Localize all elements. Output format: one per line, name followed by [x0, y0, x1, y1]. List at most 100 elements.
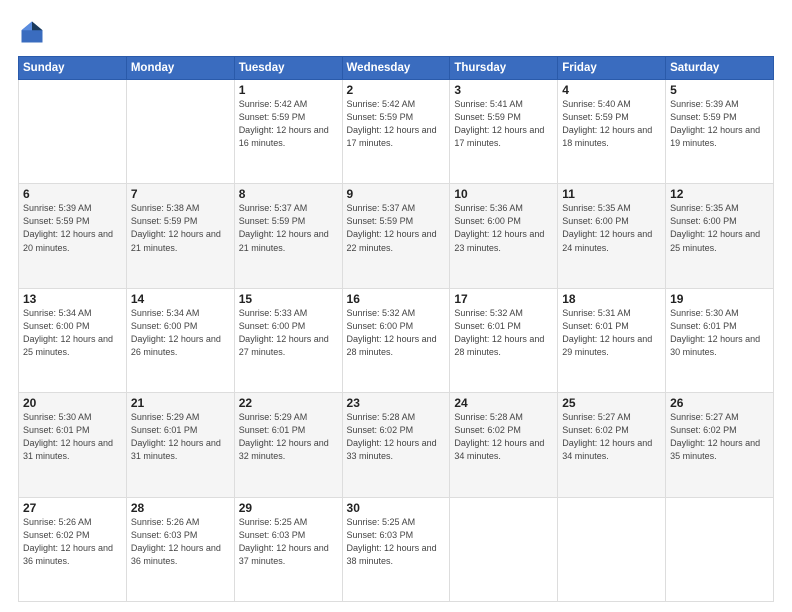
- calendar-cell: 21Sunrise: 5:29 AMSunset: 6:01 PMDayligh…: [126, 393, 234, 497]
- calendar-cell: 16Sunrise: 5:32 AMSunset: 6:00 PMDayligh…: [342, 288, 450, 392]
- day-info: Sunrise: 5:32 AMSunset: 6:01 PMDaylight:…: [454, 307, 553, 359]
- calendar-day-header: Tuesday: [234, 57, 342, 80]
- day-info: Sunrise: 5:27 AMSunset: 6:02 PMDaylight:…: [670, 411, 769, 463]
- day-info: Sunrise: 5:26 AMSunset: 6:02 PMDaylight:…: [23, 516, 122, 568]
- day-number: 22: [239, 396, 338, 410]
- day-info: Sunrise: 5:29 AMSunset: 6:01 PMDaylight:…: [239, 411, 338, 463]
- day-number: 21: [131, 396, 230, 410]
- calendar-week-row: 13Sunrise: 5:34 AMSunset: 6:00 PMDayligh…: [19, 288, 774, 392]
- calendar-cell: 29Sunrise: 5:25 AMSunset: 6:03 PMDayligh…: [234, 497, 342, 601]
- calendar-cell: 30Sunrise: 5:25 AMSunset: 6:03 PMDayligh…: [342, 497, 450, 601]
- calendar-cell: 3Sunrise: 5:41 AMSunset: 5:59 PMDaylight…: [450, 80, 558, 184]
- calendar-cell: [666, 497, 774, 601]
- day-info: Sunrise: 5:38 AMSunset: 5:59 PMDaylight:…: [131, 202, 230, 254]
- day-info: Sunrise: 5:37 AMSunset: 5:59 PMDaylight:…: [239, 202, 338, 254]
- calendar-cell: [19, 80, 127, 184]
- calendar-cell: 7Sunrise: 5:38 AMSunset: 5:59 PMDaylight…: [126, 184, 234, 288]
- day-number: 28: [131, 501, 230, 515]
- calendar-cell: 28Sunrise: 5:26 AMSunset: 6:03 PMDayligh…: [126, 497, 234, 601]
- calendar-cell: 8Sunrise: 5:37 AMSunset: 5:59 PMDaylight…: [234, 184, 342, 288]
- day-number: 30: [347, 501, 446, 515]
- day-info: Sunrise: 5:29 AMSunset: 6:01 PMDaylight:…: [131, 411, 230, 463]
- calendar-cell: 22Sunrise: 5:29 AMSunset: 6:01 PMDayligh…: [234, 393, 342, 497]
- day-info: Sunrise: 5:31 AMSunset: 6:01 PMDaylight:…: [562, 307, 661, 359]
- calendar-day-header: Saturday: [666, 57, 774, 80]
- calendar-week-row: 6Sunrise: 5:39 AMSunset: 5:59 PMDaylight…: [19, 184, 774, 288]
- day-info: Sunrise: 5:34 AMSunset: 6:00 PMDaylight:…: [23, 307, 122, 359]
- calendar-day-header: Sunday: [19, 57, 127, 80]
- day-number: 13: [23, 292, 122, 306]
- day-number: 25: [562, 396, 661, 410]
- day-number: 11: [562, 187, 661, 201]
- logo: [18, 18, 50, 46]
- day-info: Sunrise: 5:42 AMSunset: 5:59 PMDaylight:…: [347, 98, 446, 150]
- day-number: 6: [23, 187, 122, 201]
- calendar-cell: 4Sunrise: 5:40 AMSunset: 5:59 PMDaylight…: [558, 80, 666, 184]
- calendar-cell: 25Sunrise: 5:27 AMSunset: 6:02 PMDayligh…: [558, 393, 666, 497]
- day-info: Sunrise: 5:28 AMSunset: 6:02 PMDaylight:…: [347, 411, 446, 463]
- calendar-day-header: Thursday: [450, 57, 558, 80]
- day-number: 19: [670, 292, 769, 306]
- calendar-cell: 1Sunrise: 5:42 AMSunset: 5:59 PMDaylight…: [234, 80, 342, 184]
- calendar-cell: [450, 497, 558, 601]
- day-number: 27: [23, 501, 122, 515]
- header: [18, 18, 774, 46]
- day-info: Sunrise: 5:33 AMSunset: 6:00 PMDaylight:…: [239, 307, 338, 359]
- day-number: 10: [454, 187, 553, 201]
- day-number: 2: [347, 83, 446, 97]
- calendar-week-row: 20Sunrise: 5:30 AMSunset: 6:01 PMDayligh…: [19, 393, 774, 497]
- calendar-cell: [126, 80, 234, 184]
- day-info: Sunrise: 5:27 AMSunset: 6:02 PMDaylight:…: [562, 411, 661, 463]
- day-info: Sunrise: 5:30 AMSunset: 6:01 PMDaylight:…: [670, 307, 769, 359]
- day-number: 18: [562, 292, 661, 306]
- day-info: Sunrise: 5:32 AMSunset: 6:00 PMDaylight:…: [347, 307, 446, 359]
- day-number: 16: [347, 292, 446, 306]
- day-number: 1: [239, 83, 338, 97]
- calendar-cell: 23Sunrise: 5:28 AMSunset: 6:02 PMDayligh…: [342, 393, 450, 497]
- day-info: Sunrise: 5:35 AMSunset: 6:00 PMDaylight:…: [670, 202, 769, 254]
- day-number: 5: [670, 83, 769, 97]
- calendar-cell: 14Sunrise: 5:34 AMSunset: 6:00 PMDayligh…: [126, 288, 234, 392]
- day-number: 7: [131, 187, 230, 201]
- day-number: 3: [454, 83, 553, 97]
- calendar-table: SundayMondayTuesdayWednesdayThursdayFrid…: [18, 56, 774, 602]
- calendar-cell: 24Sunrise: 5:28 AMSunset: 6:02 PMDayligh…: [450, 393, 558, 497]
- day-number: 20: [23, 396, 122, 410]
- day-info: Sunrise: 5:40 AMSunset: 5:59 PMDaylight:…: [562, 98, 661, 150]
- day-info: Sunrise: 5:39 AMSunset: 5:59 PMDaylight:…: [23, 202, 122, 254]
- day-info: Sunrise: 5:35 AMSunset: 6:00 PMDaylight:…: [562, 202, 661, 254]
- calendar-cell: 5Sunrise: 5:39 AMSunset: 5:59 PMDaylight…: [666, 80, 774, 184]
- calendar-header-row: SundayMondayTuesdayWednesdayThursdayFrid…: [19, 57, 774, 80]
- calendar-cell: 15Sunrise: 5:33 AMSunset: 6:00 PMDayligh…: [234, 288, 342, 392]
- day-info: Sunrise: 5:26 AMSunset: 6:03 PMDaylight:…: [131, 516, 230, 568]
- day-number: 9: [347, 187, 446, 201]
- calendar-day-header: Friday: [558, 57, 666, 80]
- day-number: 8: [239, 187, 338, 201]
- calendar-day-header: Wednesday: [342, 57, 450, 80]
- day-number: 14: [131, 292, 230, 306]
- calendar-cell: 13Sunrise: 5:34 AMSunset: 6:00 PMDayligh…: [19, 288, 127, 392]
- calendar-cell: 2Sunrise: 5:42 AMSunset: 5:59 PMDaylight…: [342, 80, 450, 184]
- day-number: 24: [454, 396, 553, 410]
- day-info: Sunrise: 5:25 AMSunset: 6:03 PMDaylight:…: [347, 516, 446, 568]
- calendar-cell: [558, 497, 666, 601]
- calendar-cell: 19Sunrise: 5:30 AMSunset: 6:01 PMDayligh…: [666, 288, 774, 392]
- day-number: 29: [239, 501, 338, 515]
- day-info: Sunrise: 5:39 AMSunset: 5:59 PMDaylight:…: [670, 98, 769, 150]
- day-info: Sunrise: 5:37 AMSunset: 5:59 PMDaylight:…: [347, 202, 446, 254]
- day-info: Sunrise: 5:41 AMSunset: 5:59 PMDaylight:…: [454, 98, 553, 150]
- calendar-cell: 17Sunrise: 5:32 AMSunset: 6:01 PMDayligh…: [450, 288, 558, 392]
- day-info: Sunrise: 5:36 AMSunset: 6:00 PMDaylight:…: [454, 202, 553, 254]
- day-info: Sunrise: 5:42 AMSunset: 5:59 PMDaylight:…: [239, 98, 338, 150]
- calendar-cell: 6Sunrise: 5:39 AMSunset: 5:59 PMDaylight…: [19, 184, 127, 288]
- day-info: Sunrise: 5:25 AMSunset: 6:03 PMDaylight:…: [239, 516, 338, 568]
- day-info: Sunrise: 5:30 AMSunset: 6:01 PMDaylight:…: [23, 411, 122, 463]
- calendar-cell: 10Sunrise: 5:36 AMSunset: 6:00 PMDayligh…: [450, 184, 558, 288]
- day-number: 12: [670, 187, 769, 201]
- calendar-cell: 9Sunrise: 5:37 AMSunset: 5:59 PMDaylight…: [342, 184, 450, 288]
- calendar-cell: 26Sunrise: 5:27 AMSunset: 6:02 PMDayligh…: [666, 393, 774, 497]
- day-number: 17: [454, 292, 553, 306]
- day-number: 23: [347, 396, 446, 410]
- page: SundayMondayTuesdayWednesdayThursdayFrid…: [0, 0, 792, 612]
- day-number: 26: [670, 396, 769, 410]
